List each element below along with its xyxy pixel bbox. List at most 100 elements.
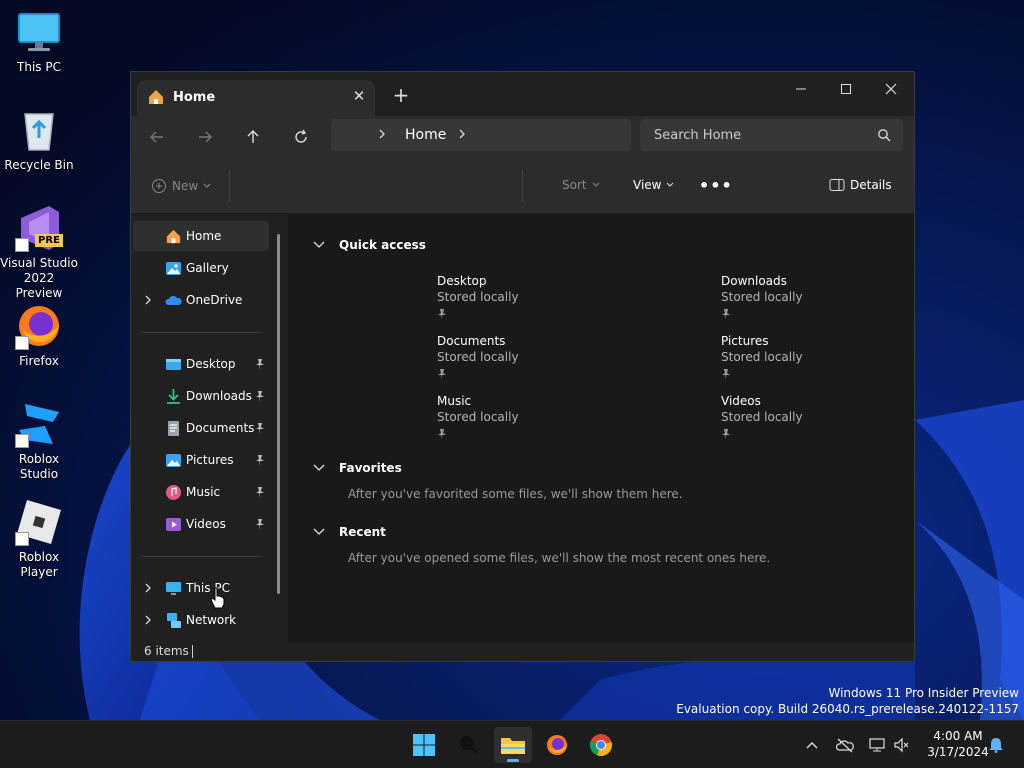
quick-access-header[interactable]: Quick access bbox=[313, 238, 426, 252]
taskbar-file-explorer[interactable] bbox=[494, 727, 532, 763]
sidebar-item-music[interactable]: Music bbox=[133, 477, 269, 507]
start-button[interactable] bbox=[405, 727, 443, 763]
sidebar-divider bbox=[141, 332, 261, 333]
network-tray-icon[interactable] bbox=[867, 735, 887, 755]
notifications-button[interactable] bbox=[986, 735, 1006, 755]
pin-icon[interactable] bbox=[255, 518, 265, 533]
desktop-icon-this-pc[interactable]: This PC bbox=[0, 8, 78, 75]
search-input[interactable] bbox=[640, 119, 903, 151]
sidebar-item-documents[interactable]: Documents bbox=[133, 413, 269, 443]
firefox-icon bbox=[15, 302, 63, 350]
refresh-button[interactable] bbox=[285, 123, 317, 151]
content-pane: Quick access Desktop Stored locally Down… bbox=[289, 214, 914, 642]
desktop-icon-firefox[interactable]: Firefox bbox=[0, 302, 78, 369]
preview-badge: PRE bbox=[35, 234, 63, 247]
desktop-icon-visual-studio[interactable]: PRE Visual Studio 2022 Preview bbox=[0, 204, 78, 301]
sidebar-item-this-pc[interactable]: This PC bbox=[133, 573, 269, 603]
pin-icon bbox=[437, 368, 637, 383]
desktop-icon-label: Firefox bbox=[19, 354, 59, 368]
view-button[interactable]: View bbox=[633, 178, 674, 192]
breadcrumb-home[interactable]: Home bbox=[405, 127, 446, 143]
quick-access-item-documents[interactable]: Documents Stored locally bbox=[437, 333, 637, 383]
pin-icon[interactable] bbox=[255, 358, 265, 373]
sort-button[interactable]: Sort bbox=[562, 178, 600, 192]
taskbar-search-button[interactable] bbox=[450, 727, 488, 763]
quick-access-item-downloads[interactable]: Downloads Stored locally bbox=[721, 273, 914, 323]
desktop-icon-label: This PC bbox=[17, 60, 61, 74]
onedrive-tray-icon[interactable] bbox=[835, 735, 855, 755]
shortcut-arrow-icon bbox=[15, 238, 29, 252]
chrome-icon bbox=[589, 734, 612, 757]
quick-access-item-desktop[interactable]: Desktop Stored locally bbox=[437, 273, 637, 323]
forward-button[interactable] bbox=[189, 123, 221, 151]
chevron-right-icon[interactable] bbox=[143, 581, 153, 598]
tab-label: Home bbox=[173, 90, 216, 105]
chevron-right-icon[interactable] bbox=[377, 127, 387, 144]
minimize-button[interactable] bbox=[778, 74, 824, 104]
close-tab-icon[interactable]: ✕ bbox=[349, 86, 369, 106]
evaluation-watermark: Windows 11 Pro Insider Preview Evaluatio… bbox=[676, 686, 1019, 716]
sidebar-item-downloads[interactable]: Downloads bbox=[133, 381, 269, 411]
recent-header[interactable]: Recent bbox=[313, 525, 386, 539]
quick-access-item-pictures[interactable]: Pictures Stored locally bbox=[721, 333, 914, 383]
sidebar-item-videos[interactable]: Videos bbox=[133, 509, 269, 539]
taskbar-chrome[interactable] bbox=[582, 727, 620, 763]
hand-cursor-icon bbox=[210, 587, 225, 609]
sidebar-item-network[interactable]: Network bbox=[133, 605, 269, 635]
details-pane-button[interactable]: Details bbox=[829, 178, 892, 192]
chevron-right-icon[interactable] bbox=[143, 293, 153, 310]
new-button[interactable]: New bbox=[151, 178, 211, 194]
sidebar-item-desktop[interactable]: Desktop bbox=[133, 349, 269, 379]
sidebar-item-gallery[interactable]: Gallery bbox=[133, 253, 269, 283]
network-icon bbox=[869, 738, 885, 752]
cloud-icon bbox=[165, 292, 182, 309]
more-options-button[interactable]: ••• bbox=[699, 176, 733, 195]
new-tab-button[interactable]: + bbox=[389, 84, 413, 108]
navigation-bar: Home bbox=[131, 116, 914, 158]
quick-access-item-music[interactable]: Music Stored locally bbox=[437, 393, 637, 443]
gallery-icon bbox=[165, 260, 182, 277]
title-bar[interactable]: Home ✕ + bbox=[131, 72, 914, 116]
search-icon[interactable] bbox=[877, 128, 891, 145]
sidebar-scrollbar[interactable] bbox=[277, 234, 280, 594]
arrow-left-icon bbox=[150, 131, 163, 143]
maximize-button[interactable] bbox=[823, 74, 869, 104]
clock[interactable]: 4:00 AM 3/17/2024 bbox=[920, 728, 996, 760]
chevron-right-icon[interactable] bbox=[457, 127, 467, 144]
pin-icon bbox=[721, 368, 914, 383]
pin-icon[interactable] bbox=[255, 390, 265, 405]
close-window-button[interactable] bbox=[868, 74, 914, 104]
plus-circle-icon bbox=[152, 179, 166, 193]
desktop-icon-roblox-player[interactable]: Roblox Player bbox=[0, 498, 78, 580]
tab-home[interactable]: Home ✕ bbox=[137, 80, 375, 116]
up-button[interactable] bbox=[237, 123, 269, 151]
command-bar: New Sort View ••• Details bbox=[131, 158, 914, 214]
desktop-icon-roblox-studio[interactable]: Roblox Studio bbox=[0, 400, 78, 482]
quick-access-item-videos[interactable]: Videos Stored locally bbox=[721, 393, 914, 443]
sidebar-item-home[interactable]: Home bbox=[133, 221, 269, 251]
show-hidden-icons-button[interactable] bbox=[802, 735, 822, 755]
shortcut-arrow-icon bbox=[15, 434, 29, 448]
date: 3/17/2024 bbox=[927, 745, 989, 759]
pin-icon[interactable] bbox=[255, 486, 265, 501]
desktop-icon-recycle-bin[interactable]: Recycle Bin bbox=[0, 106, 78, 173]
chevron-right-icon[interactable] bbox=[143, 613, 153, 630]
desktop-icon-label: Roblox Player bbox=[18, 550, 60, 579]
downloads-icon bbox=[165, 388, 182, 405]
roblox-studio-icon bbox=[15, 400, 63, 448]
favorites-header[interactable]: Favorites bbox=[313, 461, 402, 475]
chevron-up-icon bbox=[806, 742, 818, 749]
desktop-icon-label: Recycle Bin bbox=[4, 158, 74, 172]
recent-empty-message: After you've opened some files, we'll sh… bbox=[348, 551, 771, 565]
sidebar-item-onedrive[interactable]: OneDrive bbox=[133, 285, 269, 315]
home-icon bbox=[147, 88, 165, 109]
volume-muted-icon bbox=[894, 737, 909, 753]
chevron-down-icon bbox=[667, 182, 674, 187]
back-button[interactable] bbox=[141, 123, 173, 151]
pin-icon[interactable] bbox=[255, 422, 265, 437]
address-bar[interactable]: Home bbox=[331, 119, 631, 151]
sidebar-item-pictures[interactable]: Pictures bbox=[133, 445, 269, 475]
volume-tray-icon[interactable] bbox=[892, 735, 912, 755]
pin-icon[interactable] bbox=[255, 454, 265, 469]
taskbar-firefox[interactable] bbox=[538, 727, 576, 763]
